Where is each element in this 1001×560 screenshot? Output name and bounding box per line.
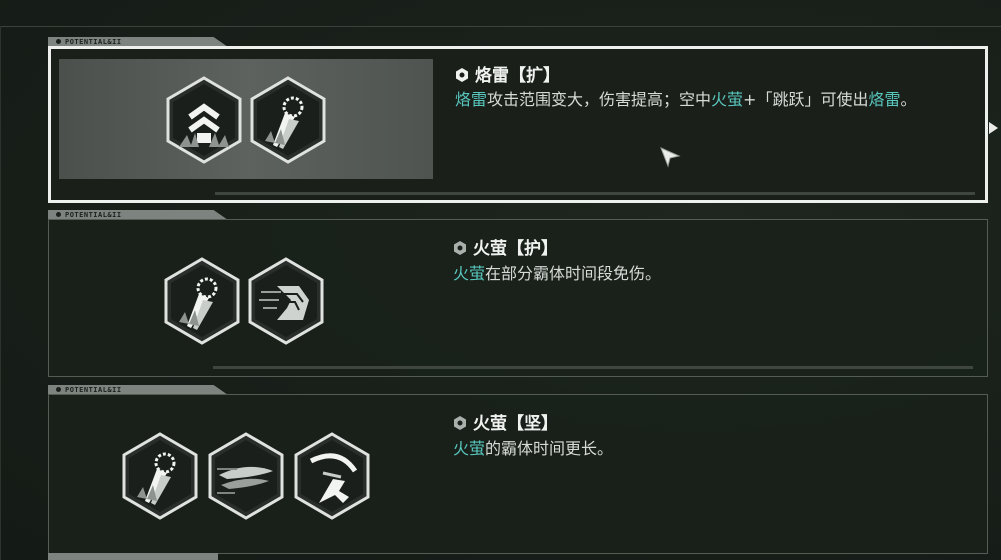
potential-card-2[interactable]: 火萤【护】 火萤在部分霸体时间段免伤。 bbox=[48, 219, 988, 377]
desc-text: 的霸体时间更长。 bbox=[485, 439, 614, 458]
chevron-up-icon bbox=[165, 75, 243, 165]
expand-arrow-icon[interactable] bbox=[989, 122, 998, 134]
card-3-description: 火萤的霸体时间更长。 bbox=[453, 435, 973, 462]
card-2-tab-label: POTENTIAL&II bbox=[65, 211, 122, 219]
card-1-icon-area bbox=[59, 59, 433, 179]
potential-card-3[interactable]: 火萤【坚】 火萤的霸体时间更长。 bbox=[48, 394, 988, 554]
tab-dot-icon bbox=[56, 39, 61, 44]
hex-bullet-icon bbox=[454, 416, 466, 430]
fire-burst-icon bbox=[163, 256, 241, 346]
dash-boots-icon bbox=[247, 256, 325, 346]
card-1-progress-line bbox=[215, 192, 975, 195]
desc-text: 在部分霸体时间段免伤。 bbox=[485, 264, 662, 283]
card-2-title-text: 火萤【护】 bbox=[473, 239, 558, 259]
card-3-title-text: 火萤【坚】 bbox=[473, 414, 558, 434]
keyword-text: 火萤 bbox=[711, 90, 744, 109]
left-divider bbox=[0, 26, 1, 560]
card-2-description: 火萤在部分霸体时间段免伤。 bbox=[453, 260, 973, 287]
card-2-title: 火萤【护】 bbox=[453, 234, 558, 259]
card-1-title-text: 烙雷【扩】 bbox=[475, 66, 560, 86]
hex-bullet-icon bbox=[454, 241, 466, 255]
card-1-title: 烙雷【扩】 bbox=[455, 61, 560, 86]
keyword-text: 烙雷 bbox=[868, 90, 901, 109]
card-2-progress-line bbox=[213, 366, 973, 369]
card-3-tab-label: POTENTIAL&II bbox=[65, 386, 122, 394]
pointer-cursor-icon bbox=[660, 147, 681, 168]
desc-text: 攻击范围变大，伤害提高；空中 bbox=[487, 90, 712, 109]
card-1-description: 烙雷攻击范围变大，伤害提高；空中火萤+「跳跃」可使出烙雷。 bbox=[455, 86, 975, 113]
speed-trail-icon bbox=[207, 431, 285, 521]
top-divider bbox=[0, 26, 1001, 27]
card-3-title: 火萤【坚】 bbox=[453, 409, 558, 434]
fire-burst-icon bbox=[249, 75, 327, 165]
desc-text: 。 bbox=[900, 90, 917, 109]
tab-dot-icon bbox=[56, 387, 61, 392]
keyword-text: 烙雷 bbox=[455, 90, 488, 109]
tab-dot-icon bbox=[56, 212, 61, 217]
potential-card-1[interactable]: 烙雷【扩】 烙雷攻击范围变大，伤害提高；空中火萤+「跳跃」可使出烙雷。 bbox=[48, 46, 988, 203]
keyword-text: 火萤 bbox=[453, 439, 486, 458]
fire-burst-icon bbox=[121, 431, 199, 521]
slash-kick-icon bbox=[293, 431, 371, 521]
keyword-text: 火萤 bbox=[453, 264, 486, 283]
hex-bullet-icon bbox=[456, 68, 468, 82]
card-3-icon-area bbox=[57, 405, 431, 525]
next-card-tab bbox=[48, 553, 218, 560]
card-2-icon-area bbox=[57, 230, 431, 350]
card-1-tab-label: POTENTIAL&II bbox=[65, 38, 122, 46]
desc-text: +「跳跃」可使出 bbox=[743, 90, 869, 109]
